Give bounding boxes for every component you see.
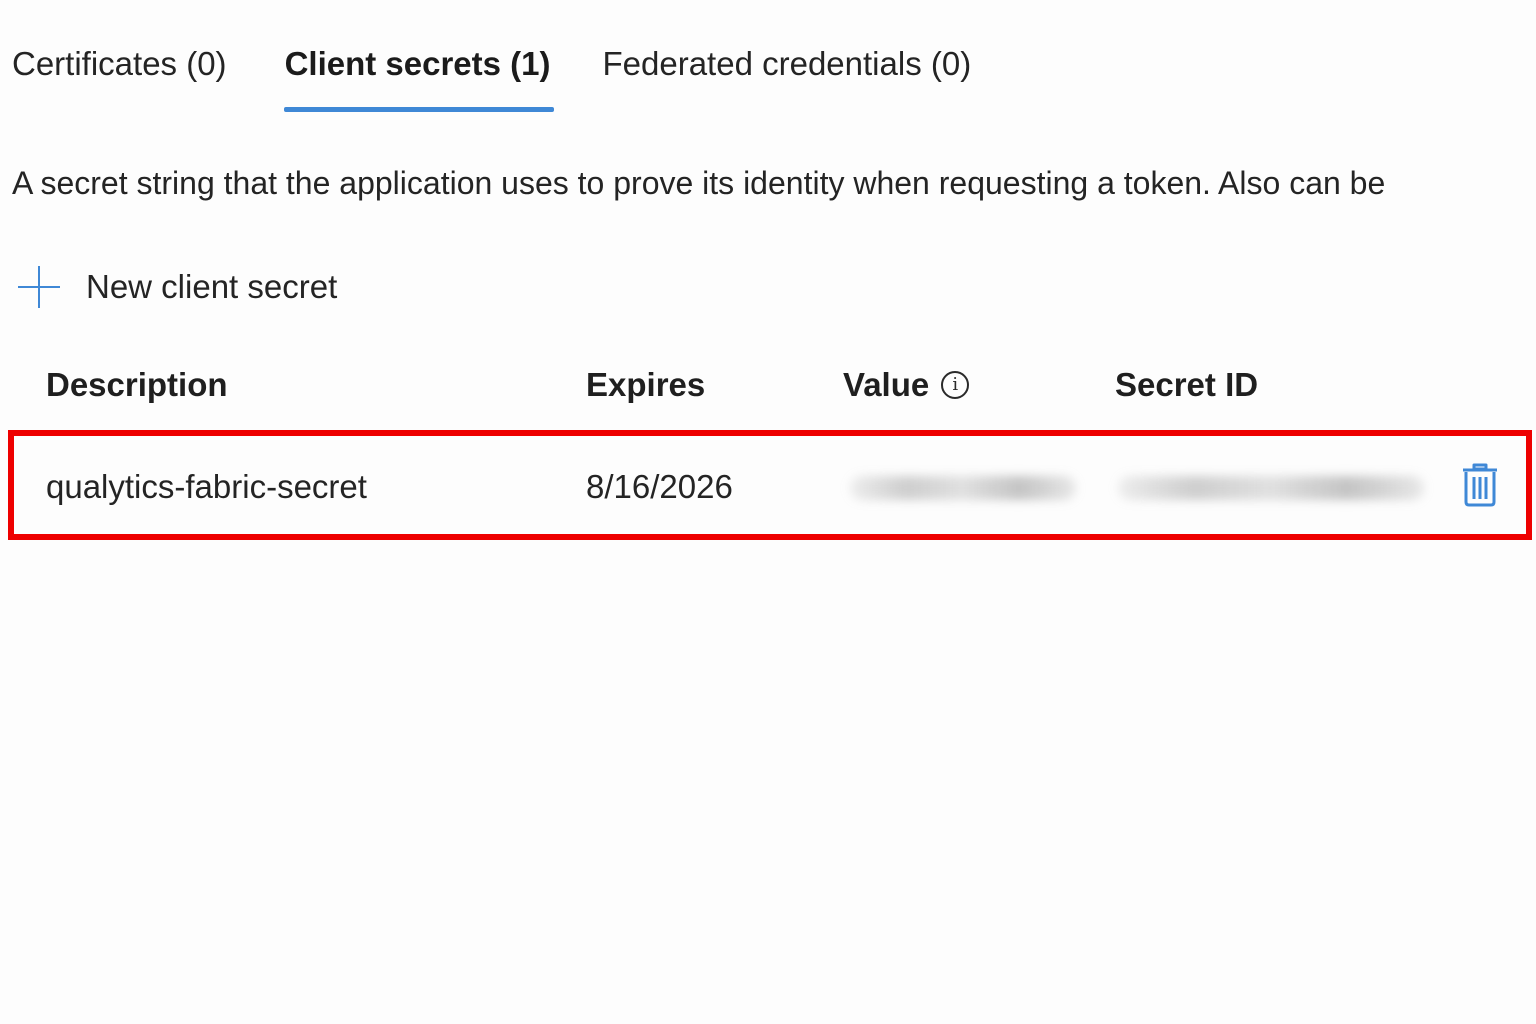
trash-icon[interactable] [1460,460,1500,508]
table-row: qualytics-fabric-secret 8/16/2026 [8,430,1532,540]
secret-description: qualytics-fabric-secret [46,468,367,505]
column-header-secret-id: Secret ID [1115,366,1259,403]
new-client-secret-button[interactable]: New client secret [16,262,337,312]
secret-value-redacted[interactable] [850,476,1076,500]
column-header-expires: Expires [586,366,706,403]
column-header-value-label: Value [843,366,930,403]
column-header-description: Description [46,366,228,403]
column-header-value: Value i [843,362,970,408]
tab-bar: Certificates (0) Client secrets (1) Fede… [12,40,971,116]
tab-client-secrets[interactable]: Client secrets (1) [283,40,554,112]
secret-expires: 8/16/2026 [586,468,733,505]
new-client-secret-label: New client secret [86,268,338,305]
section-description: A secret string that the application use… [12,165,1386,201]
secret-id-redacted[interactable] [1118,476,1424,500]
plus-icon [16,264,62,310]
tab-client-secrets-label: Client secrets (1) [284,45,551,82]
active-tab-indicator [283,107,554,112]
info-icon[interactable]: i [941,371,970,399]
tab-certificates[interactable]: Certificates (0) [12,40,227,112]
tab-federated-credentials[interactable]: Federated credentials (0) [603,40,972,112]
